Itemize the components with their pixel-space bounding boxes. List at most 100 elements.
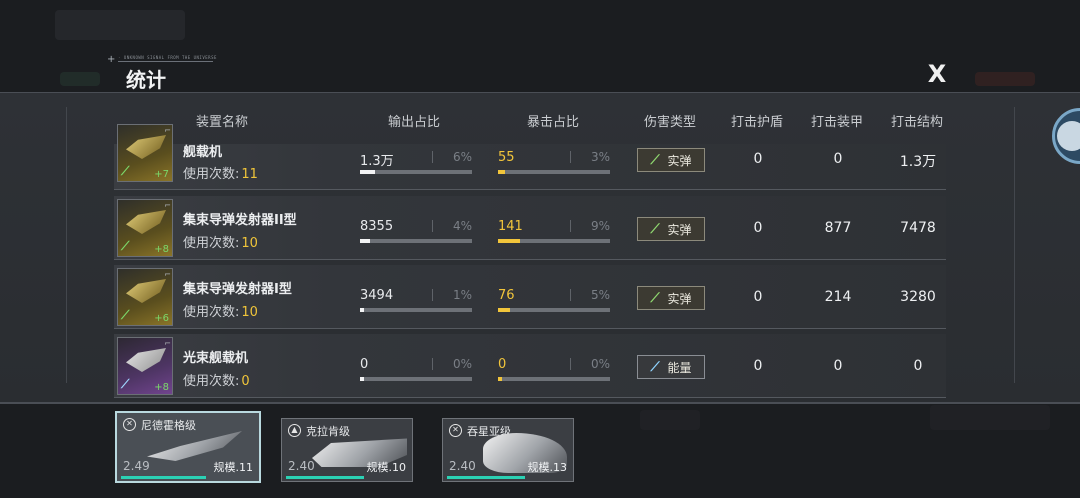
damage-type-badge: ⟋ 实弹 xyxy=(637,217,705,241)
corner-mark-icon: ⌐ xyxy=(164,201,171,210)
table-row[interactable]: ⌐ ⟋ +8 光束舰载机 使用次数: 0 0 0% 0 0% ⟋ 能量 0 0 0 xyxy=(114,334,946,398)
crit-ratio-stat: 55 3% xyxy=(498,150,610,180)
table-row[interactable]: ⌐ ⟋ +8 集束导弹发射器II型 使用次数: 10 8355 4% 141 9%… xyxy=(114,196,946,260)
beam-carrier-icon xyxy=(126,348,166,372)
output-value: 0 xyxy=(360,357,369,372)
ship-progress-bar xyxy=(286,476,364,479)
background-blur xyxy=(930,405,1050,430)
column-header-hit-structure: 打击结构 xyxy=(890,115,943,130)
column-header-equipment-name: 装置名称 xyxy=(195,115,248,130)
ship-power: 2.40 xyxy=(449,459,476,473)
energy-icon: ⟋ xyxy=(121,377,130,391)
hit-armor-value: 877 xyxy=(824,220,852,236)
usage-count: 使用次数: 10 xyxy=(183,236,258,251)
crit-ratio-stat: 0 0% xyxy=(498,357,610,387)
kinetic-icon: ⟋ xyxy=(121,164,130,178)
kinetic-icon: ⟋ xyxy=(650,290,660,306)
plus-icon: + xyxy=(107,54,116,65)
ship-progress-bar xyxy=(121,476,207,479)
crit-value: 141 xyxy=(498,219,523,234)
ship-class-icon: ✕ xyxy=(123,418,136,431)
output-ratio-stat: 3494 1% xyxy=(360,288,472,318)
crit-progress-bar xyxy=(498,239,610,243)
crit-value: 76 xyxy=(498,288,515,303)
carrier-aircraft-icon xyxy=(126,135,166,159)
background-blur xyxy=(55,10,185,40)
kinetic-icon: ⟋ xyxy=(650,221,660,237)
usage-count: 使用次数: 11 xyxy=(183,167,258,182)
output-value: 1.3万 xyxy=(360,154,394,169)
hit-armor-value: 0 xyxy=(833,358,843,374)
ship-name: 尼德霍格级 xyxy=(141,419,196,432)
ship-card-nidhogg[interactable]: ✕ 尼德霍格级 2.49 规模.11 xyxy=(115,411,261,483)
kinetic-icon: ⟋ xyxy=(121,239,130,253)
ship-card-kraken[interactable]: ▲ 克拉肯级 2.40 规模.10 xyxy=(281,418,413,482)
output-percent: 6% xyxy=(452,150,472,164)
corner-mark-icon: ⌐ xyxy=(164,126,171,135)
ship-scale: 规模.10 xyxy=(366,461,407,474)
crit-percent: 5% xyxy=(590,288,610,302)
equipment-name: 舰载机 xyxy=(183,145,223,160)
damage-type-label: 实弹 xyxy=(667,291,692,306)
output-percent: 4% xyxy=(452,219,472,233)
crit-percent: 3% xyxy=(590,150,610,164)
missile-launcher-icon xyxy=(126,210,166,234)
crit-value: 55 xyxy=(498,150,515,165)
hit-armor-value: 214 xyxy=(824,289,852,305)
table-row[interactable]: ⌐ ⟋ +6 集束导弹发射器I型 使用次数: 10 3494 1% 76 5% ⟋… xyxy=(114,265,946,329)
hit-structure-value: 3280 xyxy=(900,289,936,305)
usage-count: 使用次数: 10 xyxy=(183,305,258,320)
output-percent: 0% xyxy=(452,357,472,371)
equipment-thumbnail: ⌐ ⟋ +8 xyxy=(117,337,173,395)
equipment-thumbnail: ⌐ ⟋ +7 xyxy=(117,124,173,182)
energy-icon: ⟋ xyxy=(650,359,660,375)
ship-name: 克拉肯级 xyxy=(306,425,350,438)
crit-ratio-stat: 141 9% xyxy=(498,219,610,249)
damage-type-badge: ⟋ 能量 xyxy=(637,355,705,379)
damage-type-badge: ⟋ 实弹 xyxy=(637,286,705,310)
output-ratio-stat: 1.3万 6% xyxy=(360,150,472,180)
ship-power: 2.40 xyxy=(288,459,315,473)
ship-progress-bar xyxy=(447,476,525,479)
equipment-thumbnail: ⌐ ⟋ +8 xyxy=(117,199,173,257)
usage-count: 使用次数: 0 xyxy=(183,374,250,389)
column-header-crit-ratio: 暴击占比 xyxy=(526,115,579,130)
panel-divider xyxy=(1014,107,1015,383)
output-ratio-stat: 0 0% xyxy=(360,357,472,387)
hit-armor-value: 0 xyxy=(833,151,843,167)
close-button[interactable]: X xyxy=(924,60,950,88)
column-header-hit-shield: 打击护盾 xyxy=(730,115,783,130)
crit-progress-bar xyxy=(498,377,610,381)
hit-shield-value: 0 xyxy=(753,151,763,167)
hit-structure-value: 7478 xyxy=(900,220,936,236)
upgrade-level: +8 xyxy=(154,244,169,255)
output-value: 8355 xyxy=(360,219,394,234)
column-header-hit-armor: 打击装甲 xyxy=(810,115,863,130)
table-row[interactable]: ⌐ ⟋ +7 舰载机 使用次数: 11 1.3万 6% 55 3% ⟋ 实弹 0 0… xyxy=(114,124,946,190)
equipment-thumbnail: ⌐ ⟋ +6 xyxy=(117,268,173,326)
ship-scale: 规模.11 xyxy=(213,461,254,474)
column-header-output-ratio: 输出占比 xyxy=(387,115,440,130)
output-percent: 1% xyxy=(452,288,472,302)
panel-divider xyxy=(66,107,67,383)
ship-scale: 规模.13 xyxy=(527,461,568,474)
hit-structure-value: 1.3万 xyxy=(899,154,937,170)
column-header-damage-type: 伤害类型 xyxy=(643,115,696,130)
background-blur xyxy=(640,410,700,430)
crit-ratio-stat: 76 5% xyxy=(498,288,610,318)
missile-launcher-icon xyxy=(126,279,166,303)
upgrade-level: +6 xyxy=(154,313,169,324)
corner-mark-icon: ⌐ xyxy=(164,270,171,279)
crit-percent: 0% xyxy=(590,357,610,371)
header-caption: · UNKNOWN SIGNAL FROM THE UNIVERSE xyxy=(118,55,217,60)
page-title: 统计 xyxy=(126,68,166,92)
output-ratio-stat: 8355 4% xyxy=(360,219,472,249)
hit-structure-value: 0 xyxy=(913,358,923,374)
upgrade-level: +8 xyxy=(154,382,169,393)
equipment-name: 集束导弹发射器I型 xyxy=(183,282,292,297)
ship-card-star-devourer[interactable]: ✕ 吞星亚级 2.40 规模.13 xyxy=(442,418,574,482)
ship-image xyxy=(147,431,242,461)
damage-type-badge: ⟋ 实弹 xyxy=(637,148,705,172)
output-progress-bar xyxy=(360,170,472,174)
header-divider xyxy=(118,61,213,62)
